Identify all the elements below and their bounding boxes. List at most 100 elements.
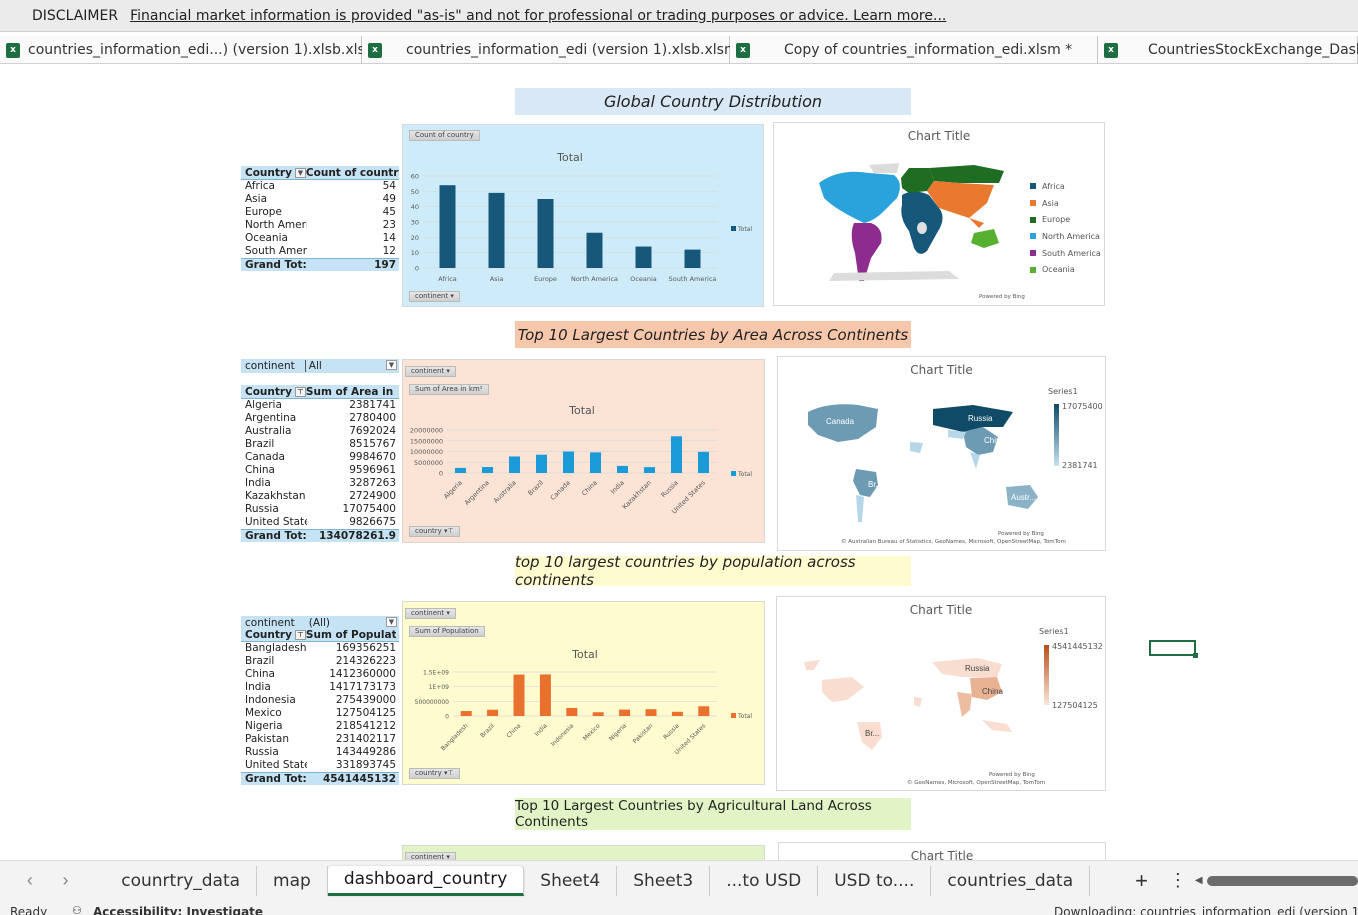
pivot-row[interactable]: Pakistan 231402117 bbox=[241, 733, 399, 746]
bar[interactable] bbox=[487, 709, 499, 716]
pivot-row[interactable]: Australia 7692024 bbox=[241, 425, 399, 438]
pivot-row[interactable]: China 9596961 bbox=[241, 464, 399, 477]
horizontal-scrollbar[interactable] bbox=[1206, 875, 1358, 886]
sheet-tab[interactable]: dashboard_country bbox=[327, 865, 525, 896]
sheet-tab[interactable]: map bbox=[257, 865, 328, 896]
selected-cell[interactable] bbox=[1149, 640, 1198, 658]
bar[interactable] bbox=[586, 232, 603, 268]
bar[interactable] bbox=[537, 199, 554, 268]
bar[interactable] bbox=[592, 712, 604, 716]
pivot-table-population[interactable]: Country⊤ Sum of Population Bangladesh 169… bbox=[241, 628, 399, 785]
filter-dropdown-icon[interactable]: ▼ bbox=[386, 360, 397, 370]
legend-item: Africa bbox=[1030, 178, 1101, 195]
bar[interactable] bbox=[513, 674, 525, 716]
sheet-tab[interactable]: counrtry_data bbox=[105, 865, 258, 896]
pivot-filter-continent[interactable]: continent All ▼ bbox=[241, 359, 399, 373]
sheet-tab[interactable]: Sheet4 bbox=[524, 865, 618, 896]
pivot-row[interactable]: Brazil 8515767 bbox=[241, 438, 399, 451]
pivot-row[interactable]: Russia 143449286 bbox=[241, 746, 399, 759]
bar[interactable] bbox=[455, 467, 466, 473]
bar[interactable] bbox=[698, 706, 710, 716]
map-chart-continents[interactable]: Chart Title Africa Asia Europe North Americ… bbox=[773, 122, 1105, 306]
pivot-table-continent-count[interactable]: Country ▼ Count of country Africa 54 Asia 49… bbox=[241, 166, 399, 271]
pivot-row[interactable]: Oceania 14 bbox=[241, 232, 399, 245]
filter-dropdown-icon[interactable]: ▼ bbox=[294, 168, 306, 178]
pivot-row-label: South Americ bbox=[245, 245, 307, 257]
bar[interactable] bbox=[645, 709, 657, 716]
pivot-row-label: Australia bbox=[245, 425, 292, 437]
map-chart-population[interactable]: Chart Title Russia China Br... Series1 4… bbox=[776, 596, 1106, 791]
bar-chart-count-by-continent[interactable]: Count of country continent ▾ Total 0 10 20 3… bbox=[402, 124, 764, 307]
pivot-row[interactable]: Russia 17075400 bbox=[241, 503, 399, 516]
filter-active-icon[interactable]: ⊤ bbox=[294, 630, 306, 640]
bar-chart-population-by-country[interactable]: continent ▾ Sum of Population country ▾⊤… bbox=[402, 601, 765, 785]
bar[interactable] bbox=[635, 246, 652, 268]
more-options-icon[interactable]: ⋮ bbox=[1169, 870, 1187, 891]
bar[interactable] bbox=[617, 465, 628, 473]
bar[interactable] bbox=[563, 451, 574, 473]
pivot-row[interactable]: Kazakhstan 2724900 bbox=[241, 490, 399, 503]
bar[interactable] bbox=[684, 249, 701, 268]
bar[interactable] bbox=[488, 192, 505, 268]
bar[interactable] bbox=[619, 709, 631, 716]
sheet-prev-arrow-icon[interactable]: ‹ bbox=[12, 870, 48, 891]
bar[interactable] bbox=[698, 451, 709, 473]
pivot-row[interactable]: China 1412360000 bbox=[241, 668, 399, 681]
pivot-row[interactable]: Asia 49 bbox=[241, 193, 399, 206]
pivot-row[interactable]: Canada 9984670 bbox=[241, 451, 399, 464]
workbook-tab[interactable]: x countries_information_edi...) (version… bbox=[0, 36, 390, 63]
workbook-tab[interactable]: x countries_information_edi (version 1).… bbox=[362, 36, 738, 63]
pivot-row-value: 331893745 bbox=[335, 759, 396, 771]
section-title-area: Top 10 Largest Countries by Area Across … bbox=[515, 321, 911, 348]
pivot-row[interactable]: Argentina 2780400 bbox=[241, 412, 399, 425]
pivot-row[interactable]: India 1417173173 bbox=[241, 681, 399, 694]
sheet-tab[interactable]: USD to.... bbox=[818, 865, 932, 896]
bar[interactable] bbox=[644, 467, 655, 473]
accessibility-status[interactable]: Accessibility: Investigate bbox=[93, 905, 263, 915]
pivot-row-label: Kazakhstan bbox=[245, 490, 306, 502]
pivot-row[interactable]: Africa 54 bbox=[241, 180, 399, 193]
pivot-row[interactable]: Nigeria 218541212 bbox=[241, 720, 399, 733]
sheet-tab[interactable]: Sheet3 bbox=[617, 865, 711, 896]
sheet-tab[interactable]: ...to USD bbox=[710, 865, 819, 896]
bar[interactable] bbox=[439, 185, 456, 268]
workbook-tab-strip: x countries_information_edi...) (version… bbox=[0, 36, 1358, 64]
pivot-row[interactable]: United State 9826675 bbox=[241, 516, 399, 529]
map-label: Br... bbox=[865, 729, 880, 738]
pivot-row[interactable]: Indonesia 275439000 bbox=[241, 694, 399, 707]
disclaimer-learn-more-link[interactable]: Financial market information is provided… bbox=[130, 8, 946, 24]
pivot-row[interactable]: Europe 45 bbox=[241, 206, 399, 219]
pivot-row[interactable]: Bangladesh 169356251 bbox=[241, 642, 399, 655]
filter-active-icon[interactable]: ⊤ bbox=[294, 387, 306, 397]
workbook-tab[interactable]: x Copy of countries_information_edi.xlsm… bbox=[730, 36, 1098, 63]
bar[interactable] bbox=[590, 452, 601, 473]
legend-series: Series1 bbox=[1048, 387, 1078, 396]
pivot-row[interactable]: Brazil 214326223 bbox=[241, 655, 399, 668]
pivot-table-area[interactable]: Country⊤ Sum of Area in km² Algeria 23817… bbox=[241, 385, 399, 542]
scroll-left-icon[interactable]: ◀ bbox=[1195, 875, 1203, 886]
fill-handle[interactable] bbox=[1193, 653, 1198, 658]
bar[interactable] bbox=[482, 467, 493, 473]
bar[interactable] bbox=[509, 456, 520, 473]
bar[interactable] bbox=[671, 436, 682, 473]
bar[interactable] bbox=[539, 674, 551, 716]
sheet-tab[interactable]: countries_data bbox=[931, 865, 1091, 896]
pivot-row[interactable]: North Americ 23 bbox=[241, 219, 399, 232]
bar[interactable] bbox=[536, 454, 547, 473]
workbook-tab[interactable]: x CountriesStockExchange_Dashb bbox=[1098, 36, 1358, 63]
pivot-row[interactable]: United State 331893745 bbox=[241, 759, 399, 772]
pivot-row[interactable]: Algeria 2381741 bbox=[241, 399, 399, 412]
filter-dropdown-icon[interactable]: ▼ bbox=[386, 617, 397, 627]
section-title-population: top 10 largest countries by population a… bbox=[515, 553, 911, 589]
add-sheet-button[interactable]: + bbox=[1128, 868, 1155, 894]
bar[interactable] bbox=[671, 711, 683, 716]
pivot-header: Country ▼ Count of country bbox=[241, 166, 399, 180]
sheet-next-arrow-icon[interactable]: › bbox=[48, 870, 84, 891]
map-chart-area[interactable]: Chart Title Canada Russia China Br... Au… bbox=[777, 356, 1106, 551]
bar-chart-area-by-country[interactable]: continent ▾ Sum of Area in km² country ▾… bbox=[402, 359, 765, 543]
bar[interactable] bbox=[566, 707, 578, 716]
bar[interactable] bbox=[460, 711, 472, 716]
pivot-row[interactable]: Mexico 127504125 bbox=[241, 707, 399, 720]
pivot-row[interactable]: South Americ 12 bbox=[241, 245, 399, 258]
pivot-row[interactable]: India 3287263 bbox=[241, 477, 399, 490]
